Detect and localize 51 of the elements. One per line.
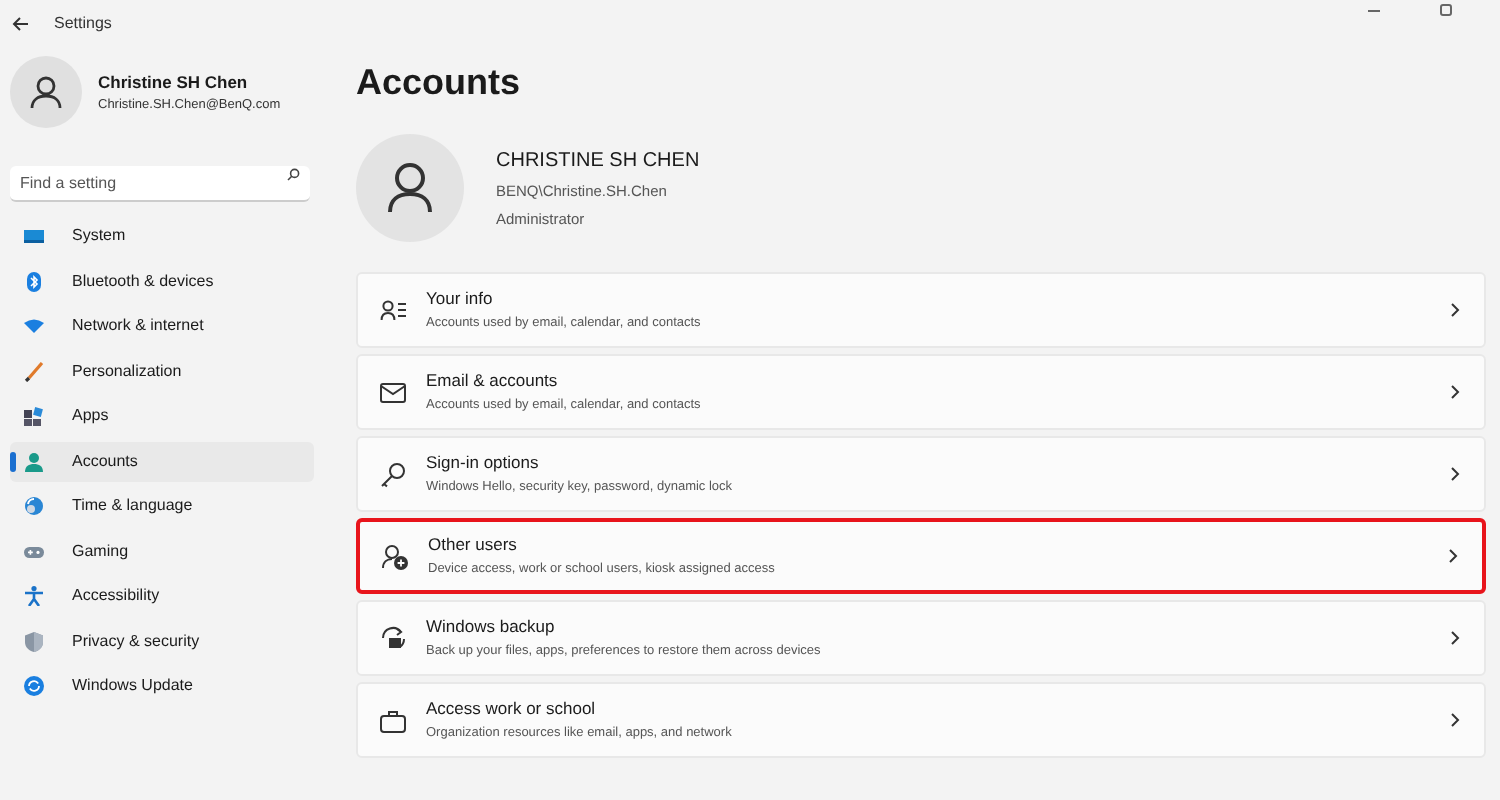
sidebar-item[interactable]: Windows Update [10, 666, 314, 706]
sidebar-item[interactable]: Accessibility [10, 576, 314, 616]
sidebar-item[interactable]: Time & language [10, 486, 314, 526]
chevron-icon [1450, 712, 1460, 728]
accessibility-icon [24, 586, 44, 606]
apps-icon [24, 406, 44, 426]
card-title: Other users [428, 532, 519, 558]
user-avatar [10, 56, 82, 128]
sidebar-item[interactable]: Bluetooth & devices [10, 261, 314, 301]
chevron-icon [1450, 466, 1460, 482]
chevron-icon [1448, 548, 1458, 564]
briefcase-icon [380, 707, 406, 733]
card-title: Email & accounts [426, 368, 560, 394]
sidebar-item[interactable]: Network & internet [10, 306, 314, 346]
chevron-icon [1450, 384, 1460, 400]
user-name: CHRISTINE SH CHEN [496, 148, 700, 177]
chevron-icon [1450, 630, 1460, 646]
contact-list-icon [380, 297, 406, 323]
sidebar-item[interactable]: Privacy & security [10, 621, 314, 661]
sidebar-item[interactable]: Accounts [10, 441, 314, 481]
monitor-icon [24, 226, 44, 246]
key-icon [380, 461, 406, 487]
sidebar-item[interactable]: Apps [10, 396, 314, 436]
page-title: Accounts [356, 60, 523, 106]
wifi-icon [24, 316, 44, 336]
shield-icon [24, 631, 44, 651]
card-title: Your info [426, 286, 495, 312]
search-icon[interactable] [286, 167, 300, 181]
window-title: Settings [54, 12, 112, 36]
back-icon[interactable] [12, 16, 30, 32]
backup-icon [380, 625, 406, 651]
add-user-icon [382, 543, 408, 569]
card-title: Sign-in options [426, 450, 541, 476]
sidebar-item[interactable]: Gaming [10, 531, 314, 571]
brush-icon [24, 361, 44, 381]
chevron-icon [1450, 302, 1460, 318]
bluetooth-icon [24, 271, 44, 291]
gamepad-icon [24, 541, 44, 561]
sidebar-item[interactable]: System [10, 216, 314, 256]
search-field[interactable]: Find a setting [10, 166, 310, 202]
restore-icon[interactable] [1440, 4, 1452, 16]
profile-name: Christine SH Chen [98, 69, 250, 95]
update-icon [24, 676, 44, 696]
sidebar-item[interactable]: Personalization [10, 351, 314, 391]
globe-icon [24, 496, 44, 516]
person-icon [24, 451, 44, 471]
selection-indicator [10, 451, 15, 471]
minimize-icon[interactable] [1368, 10, 1380, 14]
card-title: Access work or school [426, 696, 598, 722]
card-title: Windows backup [426, 614, 557, 640]
envelope-icon [380, 379, 406, 405]
